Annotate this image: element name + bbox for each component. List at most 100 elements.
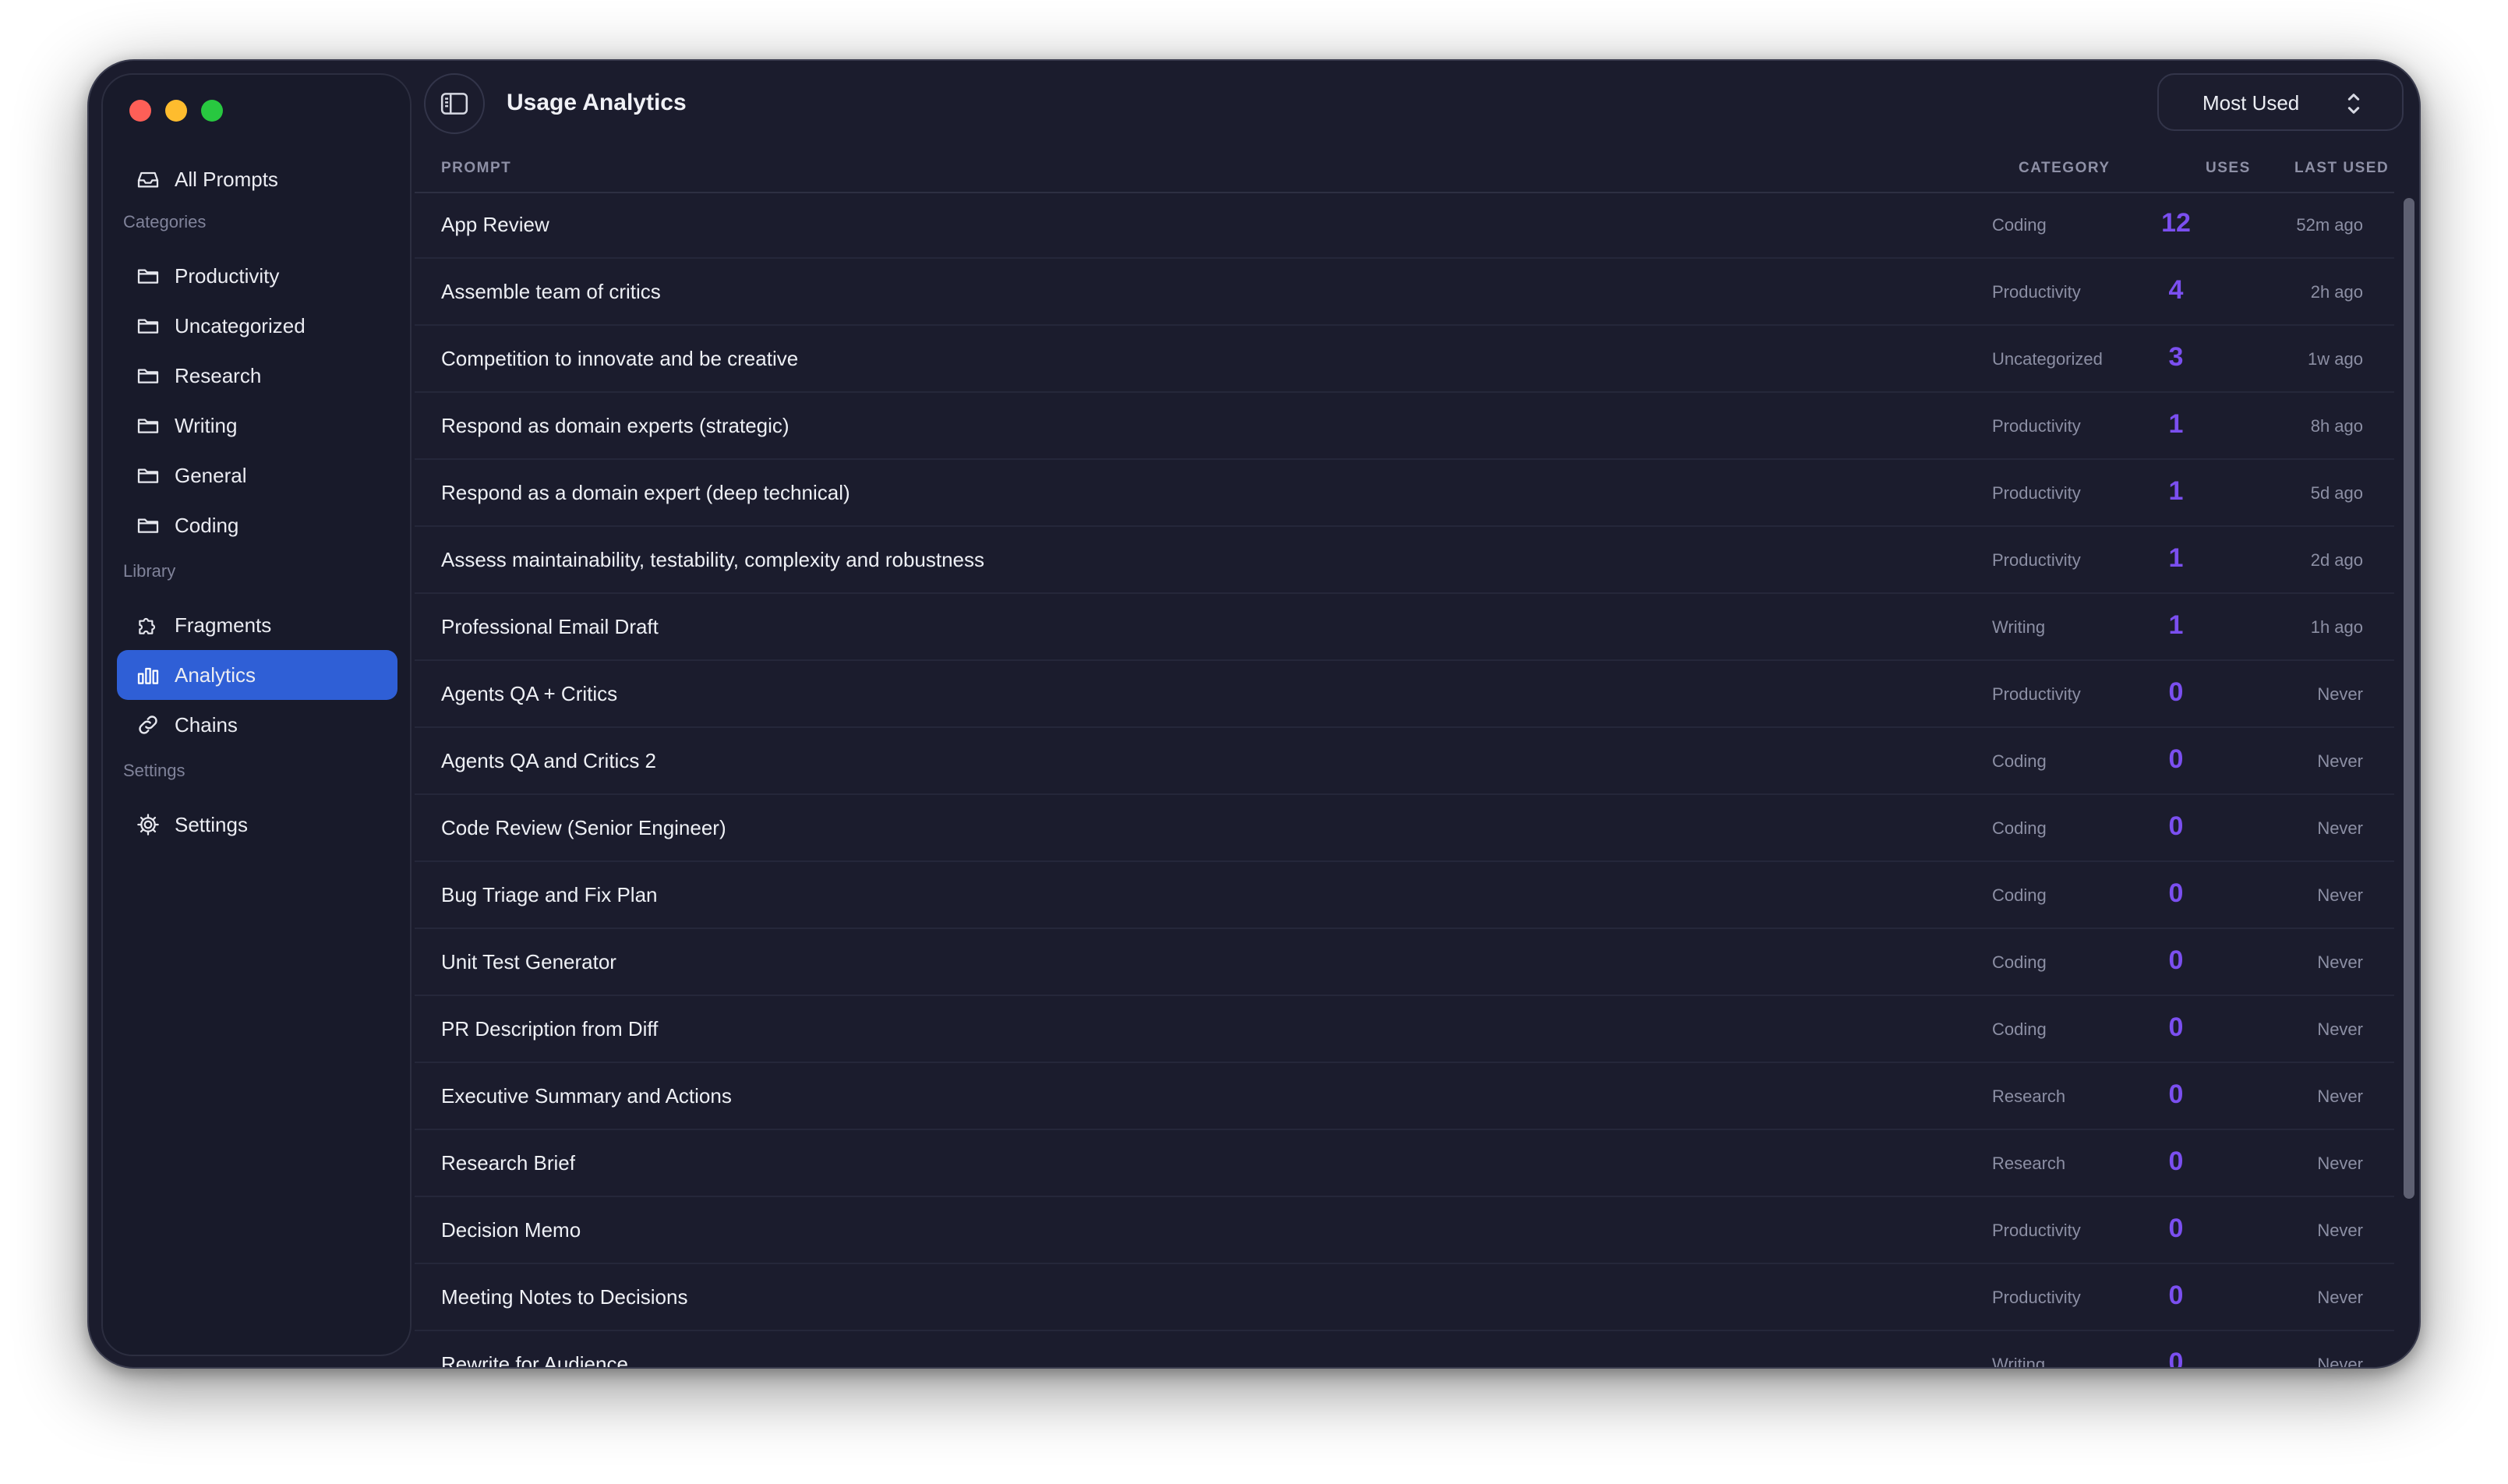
sidebar-item-general[interactable]: General <box>117 450 397 500</box>
sidebar-item-analytics[interactable]: Analytics <box>117 650 397 700</box>
sidebar-item-label: Writing <box>175 413 238 437</box>
prompt-category: Productivity <box>1992 1221 2081 1240</box>
last-used: Never <box>2317 751 2363 771</box>
categories-section-label: Categories <box>123 212 207 231</box>
last-used: Never <box>2317 818 2363 838</box>
prompt-name: Rewrite for Audience <box>441 1352 628 1369</box>
library-section-label: Library <box>123 561 176 581</box>
sidebar-toggle-button[interactable] <box>424 73 485 134</box>
analytics-table: App Review Coding 12 52m ago Assemble team … <box>415 192 2394 1369</box>
settings-section-label: Settings <box>123 761 185 780</box>
sidebar-item-research[interactable]: Research <box>117 351 397 401</box>
sidebar-item-label: Chains <box>175 712 238 737</box>
link-icon <box>134 711 162 739</box>
table-row[interactable]: Bug Triage and Fix Plan Coding 0 Never <box>415 862 2394 929</box>
close-window-button[interactable] <box>129 100 151 122</box>
sidebar-item-label: Uncategorized <box>175 313 306 337</box>
table-row[interactable]: Assess maintainability, testability, com… <box>415 527 2394 594</box>
column-header-prompt[interactable]: PROMPT <box>441 157 511 179</box>
sidebar-item-fragments[interactable]: Fragments <box>117 600 397 650</box>
folder-icon <box>134 362 162 390</box>
sidebar-item-label: Fragments <box>175 613 272 637</box>
table-row[interactable]: Unit Test Generator Coding 0 Never <box>415 929 2394 996</box>
chevron-up-down-icon <box>2346 90 2361 117</box>
prompt-category: Coding <box>1992 818 2047 838</box>
prompt-category: Research <box>1992 1154 2066 1173</box>
last-used: 1w ago <box>2308 349 2363 369</box>
folder-icon <box>134 312 162 340</box>
folder-icon <box>134 412 162 440</box>
sort-select[interactable]: Most Used <box>2157 73 2404 131</box>
zoom-window-button[interactable] <box>201 100 223 122</box>
sidebar-item-productivity[interactable]: Productivity <box>117 251 397 301</box>
prompt-category: Coding <box>1992 952 2047 972</box>
prompt-name: Decision Memo <box>441 1218 581 1242</box>
puzzle-icon <box>134 611 162 639</box>
sidebar-item-settings[interactable]: Settings <box>117 800 397 850</box>
folder-icon <box>134 511 162 539</box>
table-row[interactable]: PR Description from Diff Coding 0 Never <box>415 996 2394 1063</box>
column-header-category[interactable]: CATEGORY <box>2019 157 2111 179</box>
sidebar-item-writing[interactable]: Writing <box>117 401 397 450</box>
last-used: 2d ago <box>2310 550 2363 570</box>
table-row[interactable]: Professional Email Draft Writing 1 1h ago <box>415 594 2394 661</box>
table-row[interactable]: Respond as domain experts (strategic) Pro… <box>415 393 2394 460</box>
prompt-name: Unit Test Generator <box>441 950 616 973</box>
sidebar-item-all-prompts[interactable]: All Prompts <box>117 154 397 204</box>
table-row[interactable]: Research Brief Research 0 Never <box>415 1130 2394 1197</box>
table-row[interactable]: Meeting Notes to Decisions Productivity 0 N… <box>415 1264 2394 1331</box>
sidebar-item-uncategorized[interactable]: Uncategorized <box>117 301 397 351</box>
last-used: 1h ago <box>2310 617 2363 637</box>
column-header-last-used[interactable]: LAST USED <box>2294 157 2389 179</box>
sidebar-item-label: Coding <box>175 513 239 537</box>
prompt-name: Bug Triage and Fix Plan <box>441 883 658 906</box>
last-used: 52m ago <box>2296 215 2363 235</box>
prompt-category: Productivity <box>1992 416 2081 436</box>
prompt-name: Meeting Notes to Decisions <box>441 1285 688 1309</box>
prompt-category: Productivity <box>1992 1288 2081 1307</box>
table-row[interactable]: Decision Memo Productivity 0 Never <box>415 1197 2394 1264</box>
last-used: Never <box>2317 1221 2363 1240</box>
prompt-name: Respond as domain experts (strategic) <box>441 414 789 437</box>
column-header-uses[interactable]: USES <box>2206 157 2251 179</box>
table-row[interactable]: Rewrite for Audience Writing 0 Never <box>415 1331 2394 1369</box>
prompt-category: Coding <box>1992 751 2047 771</box>
last-used: Never <box>2317 1019 2363 1039</box>
sort-select-value: Most Used <box>2202 91 2300 115</box>
table-row[interactable]: Agents QA + Critics Productivity 0 Never <box>415 661 2394 728</box>
last-used: Never <box>2317 1355 2363 1369</box>
prompt-name: Code Review (Senior Engineer) <box>441 816 726 839</box>
prompt-name: Executive Summary and Actions <box>441 1084 732 1108</box>
last-used: Never <box>2317 1288 2363 1307</box>
table-row[interactable]: Code Review (Senior Engineer) Coding 0 Neve… <box>415 795 2394 862</box>
table-row[interactable]: Executive Summary and Actions Research 0 Ne… <box>415 1063 2394 1130</box>
last-used: 2h ago <box>2310 282 2363 302</box>
prompt-category: Productivity <box>1992 684 2081 704</box>
prompt-name: Competition to innovate and be creative <box>441 347 799 370</box>
table-row[interactable]: App Review Coding 12 52m ago <box>415 192 2394 259</box>
prompt-category: Productivity <box>1992 483 2081 503</box>
prompt-category: Productivity <box>1992 550 2081 570</box>
last-used: Never <box>2317 952 2363 972</box>
table-row[interactable]: Agents QA and Critics 2 Coding 0 Never <box>415 728 2394 795</box>
prompt-category: Writing <box>1992 617 2046 637</box>
folder-icon <box>134 262 162 290</box>
sidebar-item-label: Productivity <box>175 263 280 288</box>
last-used: Never <box>2317 885 2363 905</box>
prompt-category: Research <box>1992 1086 2066 1106</box>
prompt-category: Productivity <box>1992 282 2081 302</box>
sidebar-item-label: General <box>175 463 247 487</box>
sidebar-item-label: All Prompts <box>175 167 278 191</box>
gear-icon <box>134 811 162 839</box>
last-used: 5d ago <box>2310 483 2363 503</box>
sidebar-item-chains[interactable]: Chains <box>117 700 397 750</box>
table-row[interactable]: Competition to innovate and be creative U… <box>415 326 2394 393</box>
scrollbar-thumb[interactable] <box>2404 198 2414 1199</box>
table-row[interactable]: Assemble team of critics Productivity 4 2h … <box>415 259 2394 326</box>
minimize-window-button[interactable] <box>165 100 187 122</box>
prompt-name: Agents QA + Critics <box>441 682 618 705</box>
app-window: All Prompts Categories Productivity Unca… <box>87 59 2421 1369</box>
sidebar-item-coding[interactable]: Coding <box>117 500 397 550</box>
table-row[interactable]: Respond as a domain expert (deep technic… <box>415 460 2394 527</box>
folder-icon <box>134 461 162 489</box>
